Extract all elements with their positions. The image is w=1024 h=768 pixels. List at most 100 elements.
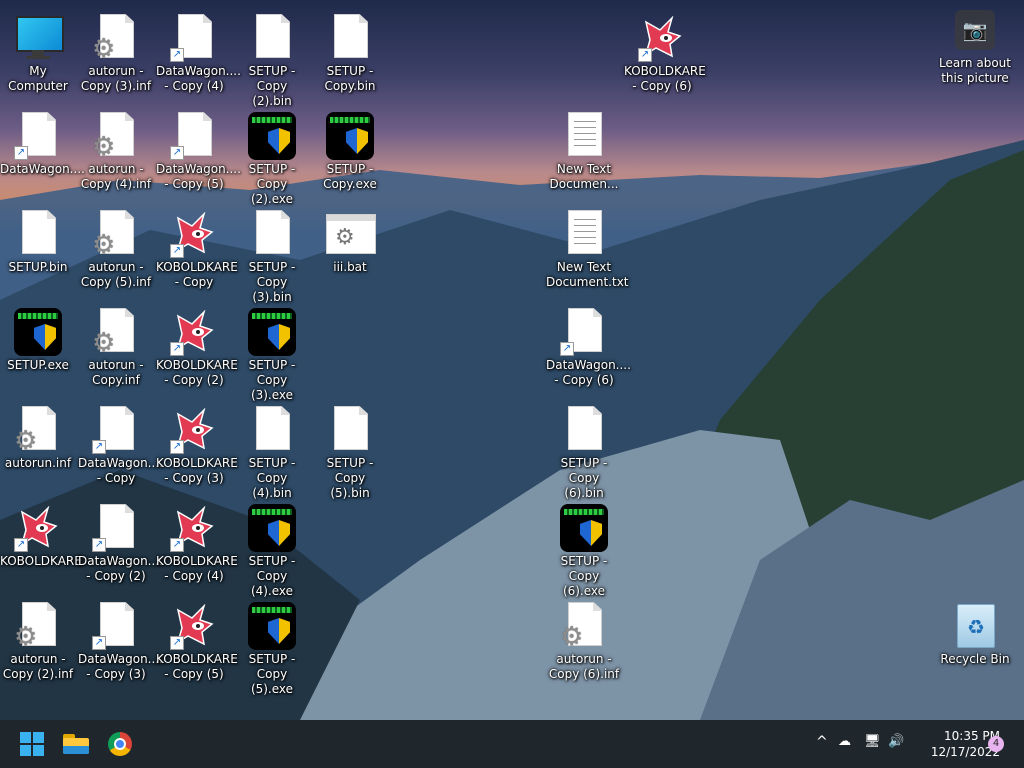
chrome-button[interactable] (100, 724, 140, 764)
desktop-icon[interactable]: ⚙ autorun - Copy (2).inf (0, 596, 76, 692)
desktop-icon[interactable]: ↗ DataWagon.... - Copy (2) (78, 498, 163, 594)
desktop-icon-label: autorun - Copy (4).inf (80, 162, 152, 191)
setup-exe-icon (560, 504, 608, 552)
desktop-icon[interactable]: ↗ KOBOLDKARE - Copy (5) (156, 596, 238, 692)
desktop-icon[interactable]: ↗ DataWagon.... - Copy (6) (546, 302, 631, 398)
uac-shield-icon (268, 324, 290, 350)
desktop-icon[interactable]: ♻ Recycle Bin (937, 596, 1013, 692)
desktop-icon-label: KOBOLDKARE (0, 554, 82, 568)
notification-badge[interactable]: 4 (988, 736, 1004, 752)
desktop-icon-label: SETUP - Copy.exe (323, 162, 377, 191)
start-button[interactable] (12, 724, 52, 764)
desktop-icon-label: DataWagon.... - Copy (78, 456, 163, 485)
desktop-icon[interactable]: SETUP.exe (0, 302, 76, 398)
file-icon (256, 406, 290, 450)
desktop-icon[interactable]: ⚙ autorun - Copy (4).inf (78, 106, 154, 202)
desktop-icon-label: DataWagon.... - Copy (4) (156, 64, 241, 93)
shortcut-arrow-icon: ↗ (92, 636, 106, 650)
text-document-icon (568, 210, 602, 254)
desktop-icon-label: SETUP - Copy (4).exe (248, 554, 296, 598)
setup-exe-icon (248, 504, 296, 552)
gear-icon: ⚙ (92, 132, 116, 162)
desktop-icon[interactable]: ↗ DataWagon.... - Copy (4) (156, 8, 241, 104)
desktop-icon-label: DataWagon.... - Copy (3) (78, 652, 163, 681)
desktop-icon[interactable]: ⚙ autorun - Copy (3).inf (78, 8, 154, 104)
desktop-icon[interactable]: ⚙ autorun - Copy.inf (78, 302, 154, 398)
desktop-icon[interactable]: SETUP - Copy (4).bin (234, 400, 310, 500)
desktop-icon[interactable]: ↗ KOBOLDKARE - Copy (3) (156, 400, 238, 496)
gear-icon: ⚙ (92, 230, 116, 260)
desktop-icon[interactable]: SETUP - Copy (6).bin (546, 400, 622, 500)
desktop[interactable]: My Computer ⚙ autorun - Copy (3).inf ↗ DataW… (0, 0, 1024, 720)
desktop-icon[interactable]: SETUP - Copy (2).bin (234, 8, 310, 108)
desktop-icon[interactable]: SETUP - Copy.exe (312, 106, 388, 202)
desktop-icon[interactable]: ⚙ autorun - Copy (5).inf (78, 204, 154, 300)
desktop-icon[interactable]: SETUP - Copy (6).exe (546, 498, 622, 598)
desktop-icon[interactable]: SETUP - Copy (3).bin (234, 204, 310, 304)
recycle-bin-icon: ♻ (957, 604, 995, 648)
desktop-icon-label: DataWagon.... - Copy (2) (78, 554, 163, 583)
chrome-icon (108, 732, 132, 756)
desktop-icon[interactable]: SETUP - Copy (2).exe (234, 106, 310, 206)
desktop-icon[interactable]: My Computer (0, 8, 76, 104)
uac-shield-icon (268, 128, 290, 154)
desktop-icon[interactable]: ↗ DataWagon.... - Copy (3) (78, 596, 163, 692)
file-explorer-button[interactable] (56, 724, 96, 764)
file-icon (256, 210, 290, 254)
network-icon[interactable]: 🖥 (864, 734, 881, 749)
show-hidden-icons-chevron[interactable]: ^ (816, 734, 828, 750)
desktop-icon-label: KOBOLDKARE - Copy (2) (156, 358, 238, 387)
uac-shield-icon (580, 520, 602, 546)
shortcut-arrow-icon: ↗ (560, 342, 574, 356)
desktop-icon-label: SETUP - Copy (2).bin (248, 64, 296, 108)
desktop-icon-label: SETUP.exe (7, 358, 69, 372)
desktop-icon[interactable]: ⚙ autorun - Copy (6).inf (546, 596, 622, 692)
learn-about-picture[interactable]: 📷 Learn about this picture (938, 10, 1012, 86)
shortcut-arrow-icon: ↗ (92, 538, 106, 552)
desktop-icon[interactable]: ↗ KOBOLDKARE - Copy (6) (624, 8, 706, 104)
file-icon (256, 14, 290, 58)
gear-icon: ⚙ (92, 34, 116, 64)
desktop-icon-label: autorun - Copy (3).inf (80, 64, 152, 93)
desktop-icon-label: autorun.inf (4, 456, 72, 470)
desktop-icon[interactable]: SETUP - Copy (4).exe (234, 498, 310, 598)
learn-about-label: Learn about this picture (939, 56, 1011, 85)
desktop-icon[interactable]: ↗ DataWagon.... - Copy (78, 400, 163, 496)
volume-icon[interactable]: 🔊 (888, 734, 904, 749)
desktop-icon[interactable]: ↗ KOBOLDKARE - Copy (2) (156, 302, 238, 398)
desktop-icon-label: SETUP - Copy.bin (324, 64, 376, 93)
monitor-icon (16, 16, 64, 52)
gear-icon: ⚙ (14, 622, 38, 652)
desktop-icon[interactable]: ↗ KOBOLDKARE - Copy (4) (156, 498, 238, 594)
desktop-icon-label: autorun - Copy (6).inf (548, 652, 620, 681)
shortcut-arrow-icon: ↗ (170, 342, 184, 356)
shortcut-arrow-icon: ↗ (170, 146, 184, 160)
desktop-icon[interactable]: SETUP - Copy (5).bin (312, 400, 388, 500)
desktop-icon[interactable]: SETUP - Copy (3).exe (234, 302, 310, 402)
desktop-icon[interactable]: SETUP - Copy (5).exe (234, 596, 310, 696)
desktop-icon[interactable]: SETUP - Copy.bin (312, 8, 388, 104)
setup-exe-icon (14, 308, 62, 356)
desktop-icon[interactable]: ↗ DataWagon.... - Copy (5) (156, 106, 241, 202)
shortcut-arrow-icon: ↗ (14, 538, 28, 552)
desktop-icon[interactable]: ↗ KOBOLDKARE - Copy (156, 204, 238, 300)
taskbar: ^ ☁ 🖥 🔊 10:35 PM 12/17/2022 4 (0, 720, 1024, 768)
desktop-icon[interactable]: ⚙ iii.bat (312, 204, 388, 300)
file-icon (334, 406, 368, 450)
shortcut-arrow-icon: ↗ (638, 48, 652, 62)
uac-shield-icon (268, 520, 290, 546)
desktop-icon[interactable]: New Text Documen... (546, 106, 622, 202)
desktop-icon-label: My Computer (8, 64, 68, 93)
cloud-sync-icon[interactable]: ☁ (838, 734, 851, 749)
desktop-icon[interactable]: ↗ KOBOLDKARE (0, 498, 82, 594)
file-icon (22, 210, 56, 254)
desktop-icon[interactable]: New Text Document.txt (546, 204, 629, 300)
desktop-icon[interactable]: ⚙ autorun.inf (0, 400, 76, 496)
desktop-icon[interactable]: ↗ DataWagon.... (0, 106, 85, 202)
windows-start-icon (20, 732, 44, 756)
desktop-icon-label: KOBOLDKARE - Copy (4) (156, 554, 238, 583)
desktop-icon-label: SETUP - Copy (4).bin (248, 456, 296, 500)
desktop-icon[interactable]: SETUP.bin (0, 204, 76, 300)
desktop-icon-label: DataWagon.... (0, 162, 85, 176)
setup-exe-icon (248, 602, 296, 650)
